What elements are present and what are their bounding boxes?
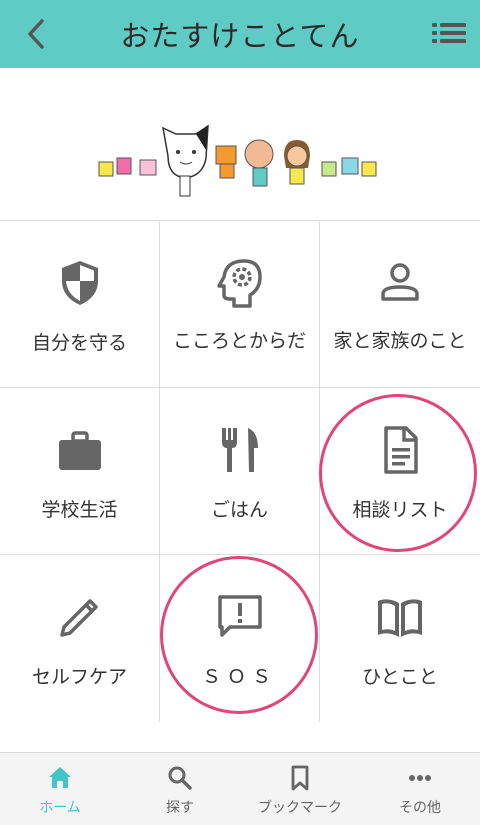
list-icon[interactable] xyxy=(432,20,466,46)
alert-bubble-icon xyxy=(217,595,262,637)
category-label: 自分を守る xyxy=(31,332,127,354)
bottom-tab-bar: ホーム 探す ブックマーク その他 xyxy=(0,752,480,825)
book-icon xyxy=(378,599,422,637)
category-label: ＳＯＳ xyxy=(201,666,277,688)
tab-other[interactable]: その他 xyxy=(360,753,480,825)
category-label: ひとこと xyxy=(362,666,438,688)
more-icon xyxy=(409,775,431,781)
tab-label: その他 xyxy=(399,800,441,816)
tab-search[interactable]: 探す xyxy=(120,753,240,825)
tab-home[interactable]: ホーム xyxy=(0,753,120,825)
category-protect-self[interactable]: 自分を守る xyxy=(0,221,160,388)
category-label: こころとからだ xyxy=(172,330,306,352)
category-label: 学校生活 xyxy=(41,499,118,521)
spacer xyxy=(0,722,480,752)
shield-icon xyxy=(61,261,98,305)
category-label: ごはん xyxy=(210,499,268,521)
category-school-life[interactable]: 学校生活 xyxy=(0,388,160,555)
category-label: 相談リスト xyxy=(352,499,448,521)
bookmark-icon xyxy=(291,765,309,791)
category-meals[interactable]: ごはん xyxy=(160,388,320,555)
category-self-care[interactable]: セルフケア xyxy=(0,555,160,723)
briefcase-icon xyxy=(58,431,101,470)
category-mind-body[interactable]: こころとからだ xyxy=(160,221,320,388)
category-sos[interactable]: ＳＯＳ xyxy=(160,555,320,723)
category-label: セルフケア xyxy=(31,666,127,688)
mascot-banner xyxy=(0,68,480,220)
home-icon xyxy=(49,767,71,788)
mascot-characters-illustration xyxy=(98,124,377,197)
head-gear-icon xyxy=(216,259,262,308)
pencil-icon xyxy=(59,599,98,637)
tab-label: 探す xyxy=(166,800,194,816)
tab-bookmark[interactable]: ブックマーク xyxy=(240,753,360,825)
category-grid: 自分を守る こころとからだ 家と家族のこと 学校生活 ごはん 相談リスト セルフ… xyxy=(0,220,480,723)
person-icon xyxy=(381,263,419,301)
category-consultation-list[interactable]: 相談リスト xyxy=(320,388,480,555)
category-label: 家と家族のこと xyxy=(333,330,467,352)
fork-knife-icon xyxy=(221,428,258,472)
category-home-family[interactable]: 家と家族のこと xyxy=(320,221,480,388)
page-title: おたすけことてん xyxy=(120,19,360,53)
app-header: おたすけことてん xyxy=(0,0,480,68)
search-icon xyxy=(168,766,192,790)
tab-label: ブックマーク xyxy=(258,800,342,816)
document-icon xyxy=(384,426,418,474)
tab-label: ホーム xyxy=(39,800,81,816)
chevron-left-icon[interactable] xyxy=(22,17,52,51)
category-a-word[interactable]: ひとこと xyxy=(320,555,480,723)
